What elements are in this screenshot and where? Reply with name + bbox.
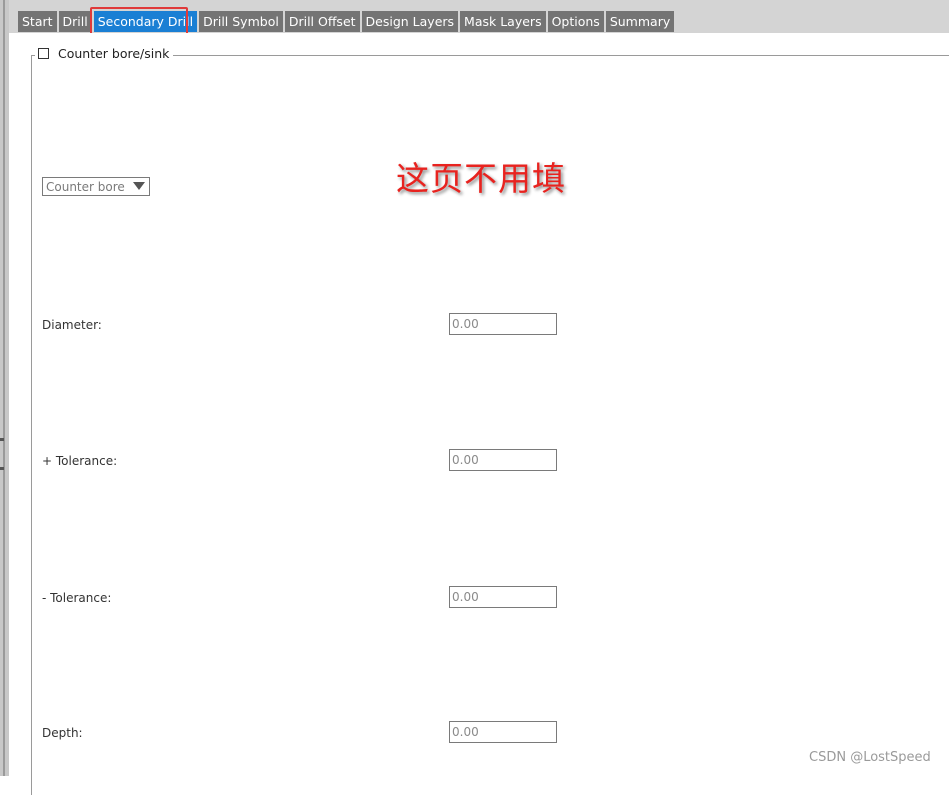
watermark: CSDN @LostSpeed — [809, 750, 931, 765]
counter-bore-checkbox[interactable] — [38, 47, 49, 59]
plus-tolerance-label: + Tolerance: — [42, 454, 118, 468]
tab-summary[interactable]: Summary — [605, 11, 675, 32]
tab-drill[interactable]: Drill — [58, 11, 92, 32]
depth-input[interactable] — [449, 721, 557, 743]
minus-tolerance-input[interactable] — [449, 586, 557, 608]
bore-type-value: Counter bore — [46, 180, 125, 194]
bore-type-select[interactable]: Counter bore — [42, 177, 150, 196]
diameter-input[interactable] — [449, 313, 557, 335]
counter-bore-label: Counter bore/sink — [58, 45, 170, 61]
left-edge-marker — [0, 467, 4, 470]
tab-start[interactable]: Start — [18, 11, 57, 32]
left-edge-line — [3, 0, 5, 776]
counter-bore-toggle[interactable]: Counter bore/sink — [35, 44, 174, 62]
tab-drill-symbol[interactable]: Drill Symbol — [199, 11, 283, 32]
tab-mask-layers[interactable]: Mask Layers — [460, 11, 546, 32]
tab-design-layers[interactable]: Design Layers — [361, 11, 459, 32]
tab-drill-offset[interactable]: Drill Offset — [284, 11, 360, 32]
left-edge-marker — [0, 438, 4, 441]
depth-label: Depth: — [42, 726, 83, 740]
left-window-edge — [0, 0, 9, 776]
annotation-text: 这页不用填 — [396, 159, 566, 198]
plus-tolerance-input[interactable] — [449, 449, 557, 471]
tab-options[interactable]: Options — [547, 11, 604, 32]
dropdown-arrow-icon[interactable] — [133, 182, 145, 190]
diameter-label: Diameter: — [42, 318, 102, 332]
minus-tolerance-label: - Tolerance: — [42, 591, 112, 605]
